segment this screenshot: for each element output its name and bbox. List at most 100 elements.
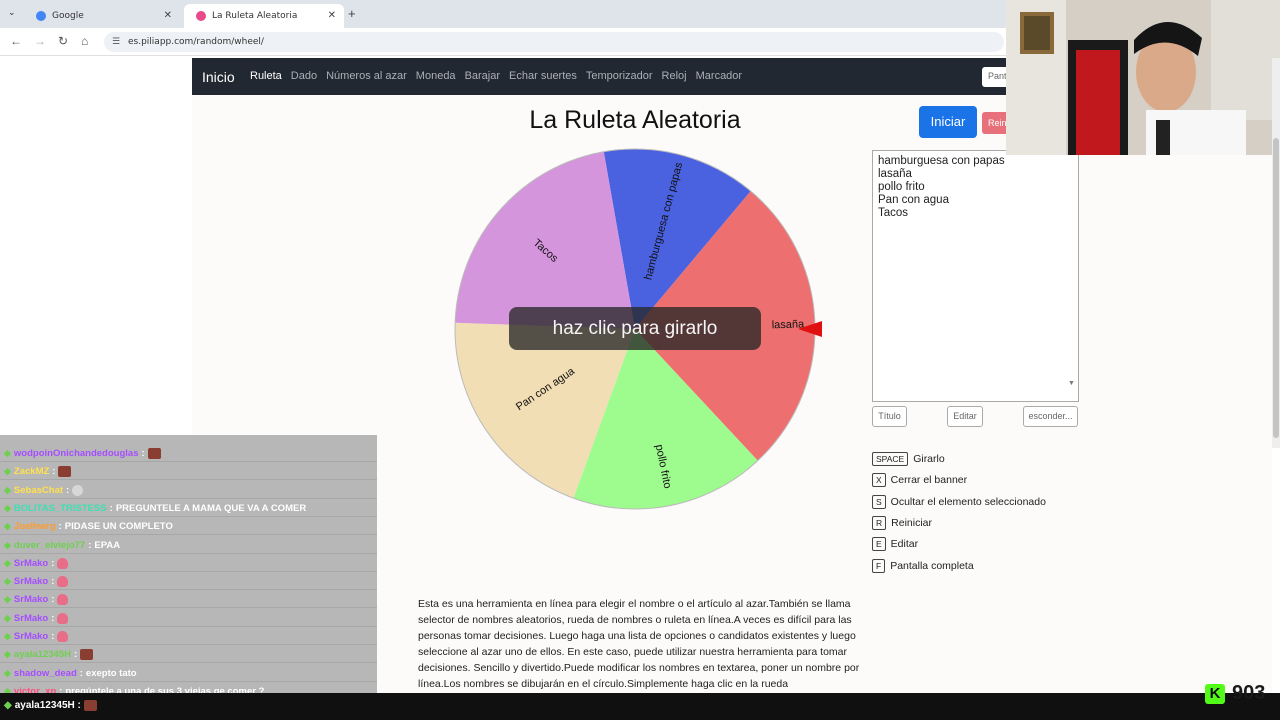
chat-separator: : [58, 521, 62, 533]
shortcut-key: S [872, 494, 886, 509]
shortcut-row: SPACE Girarlo [872, 452, 945, 466]
names-textarea[interactable]: hamburguesa con papas lasaña pollo frito Pa… [872, 150, 1079, 402]
close-tab-icon[interactable]: ✕ [328, 10, 336, 21]
chat-user: ayala12345H [14, 700, 75, 712]
hide-button[interactable]: esconder... [1023, 406, 1078, 427]
chat-separator: : [141, 448, 145, 459]
chat-message: PREGUNTELE A MAMA QUE VA A COMER [115, 502, 307, 514]
start-button[interactable]: Iniciar [919, 106, 977, 138]
chat-user: duver_elviejo77 [13, 539, 86, 551]
emote-skull-icon [72, 484, 84, 496]
shortcut-label: Cerrar el banner [890, 474, 968, 487]
tab-google[interactable]: Google ✕ [24, 4, 180, 28]
chat-row: ◆ SrMako: [0, 610, 377, 627]
description-text: Esta es una herramienta en línea para el… [418, 598, 860, 690]
url-input[interactable]: ☰ es.piliapp.com/random/wheel/ [104, 32, 1004, 52]
chat-user: ZackMZ [13, 466, 50, 478]
bottom-chat-bar: ◆ ayala12345H : [0, 693, 1280, 720]
textarea-line: pollo frito [878, 181, 925, 193]
chat-row: ◆ ayala12345H: [0, 646, 377, 664]
textarea-scroll-down-icon[interactable]: ▼ [1068, 380, 1075, 387]
nav-link[interactable]: Dado [291, 70, 317, 82]
edit-button[interactable]: Editar [947, 406, 983, 427]
chat-separator: : [66, 484, 70, 496]
shortcut-label: Girarlo [913, 452, 945, 465]
chat-row: ◆ SrMako: [0, 555, 377, 572]
wheel-segment[interactable] [455, 151, 635, 329]
wheel-pointer-icon [798, 321, 822, 337]
shortcut-key: X [872, 473, 886, 488]
chat-user: SebasChat [13, 484, 64, 496]
chat-row: ◆ duver_elviejo77: EPAA [0, 537, 377, 554]
chat-message: PIDASE UN COMPLETO [64, 521, 173, 533]
shortcut-row: F Pantalla completa [872, 558, 974, 573]
reset-button[interactable]: Reiniciar [982, 112, 1006, 134]
reload-icon[interactable]: ↻ [58, 34, 68, 48]
nav-link[interactable]: Ruleta [250, 70, 282, 82]
brand-link[interactable]: Inicio [202, 69, 235, 85]
back-arrow-icon[interactable]: ← [10, 34, 22, 48]
chat-row: ◆ Joelhwrg: PIDASE UN COMPLETO [0, 518, 377, 536]
badge-icon: ◆ [4, 448, 11, 458]
nav-link[interactable]: Reloj [662, 70, 687, 82]
forward-arrow-icon[interactable]: → [34, 34, 46, 48]
badge-icon: ◆ [4, 484, 11, 495]
shortcut-key: R [872, 515, 887, 530]
chat-row: ◆ SebasChat: [0, 482, 377, 499]
chat-separator: : [51, 612, 55, 624]
scrollbar-thumb[interactable] [1273, 138, 1279, 438]
badge-icon: ◆ [4, 521, 11, 532]
badge-icon: ◆ [4, 594, 11, 605]
chat-separator: : [79, 667, 83, 679]
shortcut-key: SPACE [872, 452, 909, 466]
emote-face-icon [147, 447, 161, 459]
webcam-image [1006, 0, 1280, 155]
nav-link[interactable]: Números al azar [326, 70, 407, 82]
nav-link[interactable]: Moneda [416, 70, 456, 82]
kick-logo-icon: K [1205, 684, 1225, 704]
textarea-line: Tacos [878, 207, 909, 219]
nav-link[interactable]: Echar suertes [509, 70, 577, 82]
tab-title: La Ruleta Aleatoria [212, 11, 298, 21]
chat-user: shadow_dead [13, 667, 77, 679]
new-tab-icon[interactable]: + [348, 6, 356, 21]
nav-link[interactable]: Barajar [465, 70, 500, 82]
chat-separator: : [51, 576, 55, 588]
chat-row: ◆ SrMako: [0, 573, 377, 591]
chat-row: ◆ shadow_dead: exepto tato [0, 665, 377, 682]
tab-search-icon[interactable]: ⌄ [8, 7, 16, 18]
nav-links: Ruleta Dado Números al azar Moneda Barajar Ec… [250, 70, 751, 82]
webcam-overlay [1006, 0, 1280, 155]
chat-user: SrMako [13, 631, 49, 642]
chat-row: ◆ SrMako: [0, 628, 377, 645]
badge-icon: ◆ [4, 612, 11, 623]
title-button[interactable]: Título [872, 406, 907, 427]
badge-icon: ◆ [4, 700, 12, 712]
home-icon[interactable]: ⌂ [81, 34, 88, 48]
chat-separator: : [51, 557, 55, 569]
badge-icon: ◆ [4, 576, 11, 587]
chat-user: SrMako [13, 557, 49, 569]
chat-user: SrMako [13, 594, 49, 606]
nav-link[interactable]: Marcador [696, 70, 742, 82]
chat-message: exepto tato [85, 667, 137, 679]
textarea-line: lasaña [878, 168, 912, 180]
shortcut-row: R Reiniciar [872, 515, 932, 530]
site-info-icon[interactable]: ☰ [112, 32, 120, 52]
site-favicon-icon [196, 11, 206, 21]
badge-icon: ◆ [4, 667, 11, 678]
page-scrollbar[interactable] [1272, 58, 1280, 448]
page-title: La Ruleta Aleatoria [529, 106, 741, 134]
nav-link[interactable]: Temporizador [586, 70, 653, 82]
badge-icon: ◆ [4, 539, 11, 550]
emote-face-icon [83, 700, 97, 711]
tab-ruleta[interactable]: La Ruleta Aleatoria ✕ [184, 4, 344, 28]
badge-icon: ◆ [4, 649, 11, 660]
url-text: es.piliapp.com/random/wheel/ [128, 37, 264, 47]
close-tab-icon[interactable]: ✕ [164, 10, 172, 21]
chat-separator: : [73, 649, 78, 661]
spin-hint[interactable]: haz clic para girarlo [509, 307, 761, 350]
textarea-line: hamburguesa con papas [878, 155, 1005, 167]
shortcut-label: Pantalla completa [890, 559, 974, 572]
badge-icon: ◆ [4, 557, 11, 568]
